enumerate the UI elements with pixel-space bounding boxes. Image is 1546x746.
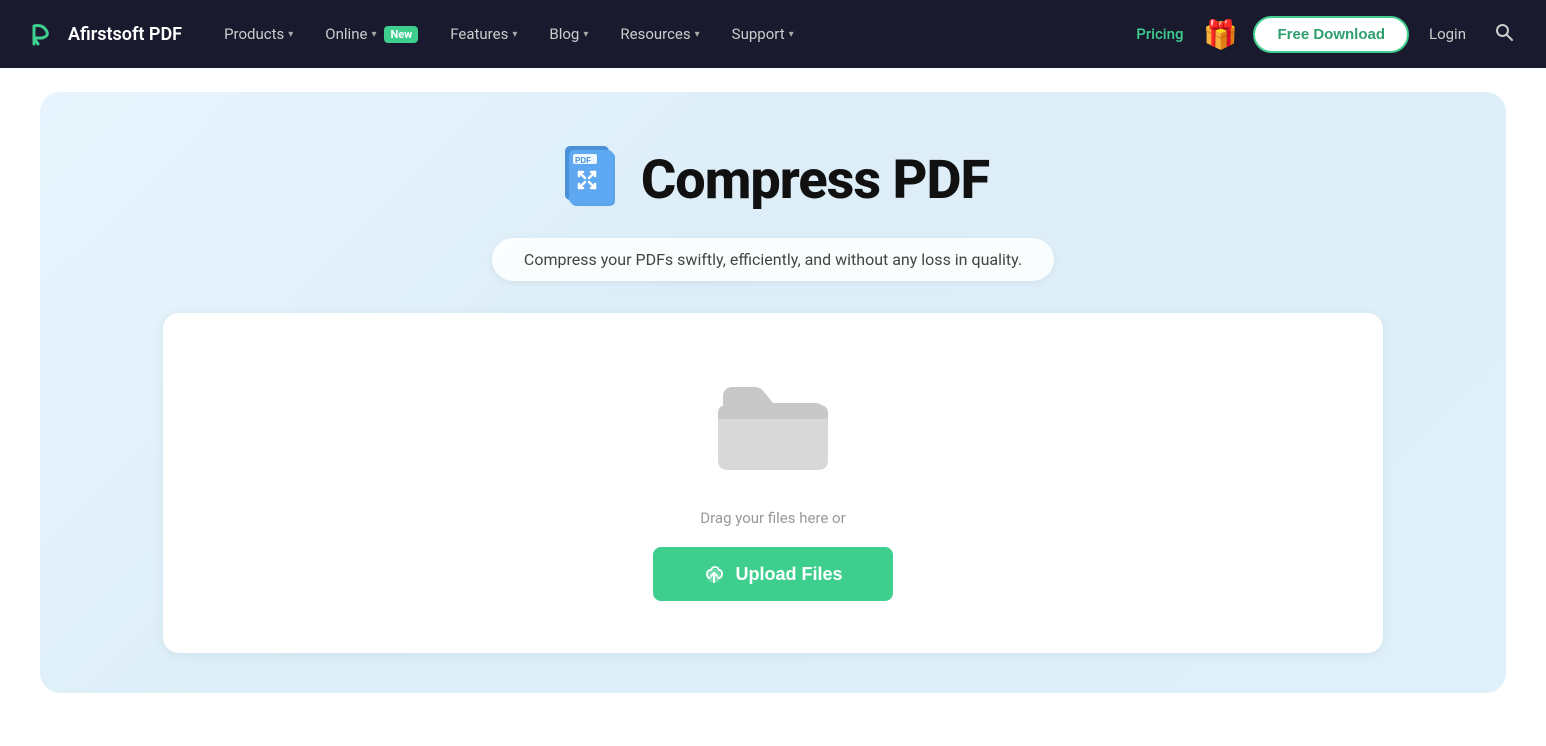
new-badge: New [384,26,418,43]
chevron-down-icon: ▾ [371,29,376,40]
login-button[interactable]: Login [1421,17,1474,51]
nav-pricing[interactable]: Pricing [1132,17,1187,51]
folder-icon [703,365,843,485]
chevron-down-icon: ▾ [789,29,794,40]
drag-text: Drag your files here or [700,509,845,527]
logo[interactable]: Afirstsoft PDF [24,16,182,52]
gift-icon[interactable]: 🎁 [1199,13,1241,55]
nav-online[interactable]: Online ▾ New [311,17,432,51]
nav-blog[interactable]: Blog ▾ [535,17,602,51]
chevron-down-icon: ▾ [288,29,293,40]
nav-products[interactable]: Products ▾ [210,17,307,51]
logo-icon [24,16,60,52]
search-icon[interactable] [1486,18,1522,51]
upload-area: Drag your files here or Upload Files [163,313,1383,653]
hero-title-row: PDF Compress PDF [557,142,989,218]
nav-support[interactable]: Support ▾ [718,17,808,51]
logo-text: Afirstsoft PDF [68,24,182,45]
nav-features[interactable]: Features ▾ [436,17,531,51]
upload-files-button[interactable]: Upload Files [653,547,893,601]
nav-right: Pricing 🎁 Free Download Login [1132,13,1522,55]
pdf-compress-icon: PDF [557,142,625,218]
svg-text:PDF: PDF [575,156,591,165]
hero-section: PDF Compress PDF [40,92,1506,693]
page-content: PDF Compress PDF [0,68,1546,733]
chevron-down-icon: ▾ [695,29,700,40]
hero-subtitle: Compress your PDFs swiftly, efficiently,… [492,238,1054,281]
nav-resources[interactable]: Resources ▾ [606,17,713,51]
chevron-down-icon: ▾ [512,29,517,40]
hero-title: Compress PDF [641,149,989,212]
navbar: Afirstsoft PDF Products ▾ Online ▾ New F… [0,0,1546,68]
upload-icon [703,563,725,585]
free-download-button[interactable]: Free Download [1253,16,1409,53]
chevron-down-icon: ▾ [583,29,588,40]
nav-items: Products ▾ Online ▾ New Features ▾ Blog … [210,17,1132,51]
